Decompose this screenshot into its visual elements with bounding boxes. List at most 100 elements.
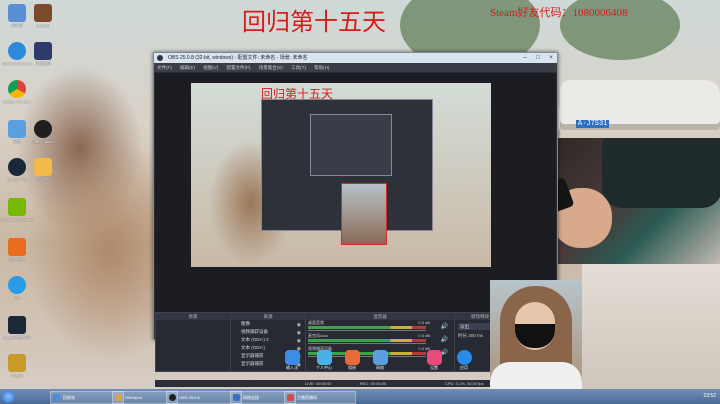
desktop-icon-pubg[interactable]: PUBG <box>0 354 34 378</box>
close-icon[interactable]: × <box>545 53 557 63</box>
qq-penguin-icon <box>8 276 26 294</box>
source-label: 显示器捕获 <box>241 361 264 366</box>
menu-edit[interactable]: 编辑(E) <box>180 65 195 70</box>
speaker-icon[interactable]: 🔊 <box>441 336 448 343</box>
desktop-icon-english[interactable]: English <box>26 4 60 28</box>
source-label: 显示器捕获 <box>241 353 264 358</box>
nested-obs-capture <box>310 114 392 176</box>
wegame-icon <box>115 394 122 401</box>
menu-profile[interactable]: 配置文件(P) <box>227 65 251 70</box>
volume-slider[interactable] <box>308 330 426 331</box>
source-label: 视频捕获设备 <box>241 329 268 334</box>
obs-icon <box>34 120 52 138</box>
channel-db: 0.0 dB <box>418 320 430 325</box>
obs-window-title: OBS 25.0.8 (32-bit, windows) - 配置文件: 未命名… <box>168 55 308 61</box>
dock-label: 相册 <box>348 365 356 370</box>
cpu-fps-status: CPU: 3.1%, 30.00 fps <box>445 381 484 386</box>
menu-help[interactable]: 帮助(H) <box>314 65 329 70</box>
scenes-dock-header: 场景 <box>156 313 230 320</box>
obs-icon <box>169 394 176 401</box>
desktop-icon-lol[interactable]: 英雄联盟 <box>26 42 60 66</box>
dock-label: 个人中心 <box>316 365 332 370</box>
channel-db: 0.0 dB <box>418 333 430 338</box>
league-of-legends-icon <box>34 42 52 60</box>
geforce-icon <box>8 198 26 216</box>
menu-tools[interactable]: 工具(T) <box>291 65 306 70</box>
webcam-feed <box>490 280 582 404</box>
task-label: WeGame <box>125 395 142 400</box>
network-icon <box>233 394 240 401</box>
dock-item[interactable]: 应用 <box>455 350 473 371</box>
mixer-channel[interactable]: 麦克风/Aux 0.0 dB 🔊 <box>306 333 454 346</box>
app-icon <box>456 350 472 365</box>
source-item[interactable]: 图像 ◉ <box>231 320 305 328</box>
recycle-bin-icon <box>34 158 52 176</box>
dock-label: 输入法 <box>286 365 298 370</box>
keyboard-icon <box>284 350 300 365</box>
dock-item[interactable]: 输入法 <box>283 350 301 371</box>
sweater-camera-feed <box>582 264 720 390</box>
dock-item[interactable]: 相册 <box>343 350 361 371</box>
photo-icon <box>344 350 360 365</box>
computer-icon <box>8 4 26 22</box>
dock-label: 应用 <box>460 365 468 370</box>
mixer-dock-header: 混音器 <box>306 313 454 320</box>
live-timer: LIVE: 00:00:00 <box>305 381 332 386</box>
steam-platform-icon <box>8 316 26 334</box>
network-icon <box>372 350 388 365</box>
steam-icon <box>8 158 26 176</box>
dock-label: 设置 <box>430 365 438 370</box>
menu-view[interactable]: 视图(V) <box>203 65 218 70</box>
settings-icon <box>426 350 442 365</box>
pubg-icon <box>8 354 26 372</box>
internet-explorer-icon <box>8 42 26 60</box>
live-room-icon <box>287 394 294 401</box>
menu-file[interactable]: 文件(F) <box>157 65 172 70</box>
volume-meter <box>308 326 426 329</box>
desktop-icon-chrome[interactable]: Google Chrome <box>0 80 34 104</box>
desktop-icon-geforce[interactable]: GeForce Experience <box>0 198 34 222</box>
start-button[interactable] <box>2 390 15 403</box>
speaker-icon[interactable]: 🔊 <box>441 323 448 330</box>
obs-titlebar[interactable]: OBS 25.0.8 (32-bit, windows) - 配置文件: 未命名… <box>154 53 557 63</box>
duration-value: 300 ms <box>468 333 484 338</box>
source-label: 文本 (GDI+) 2 <box>241 337 269 342</box>
obs-preview[interactable]: 回归第十五天 <box>155 73 556 312</box>
shirt-shape <box>602 138 720 208</box>
mixer-channel[interactable]: 桌面音频 0.0 dB 🔊 <box>306 320 454 333</box>
source-item[interactable]: 视频捕获设备 ◉ <box>231 328 305 336</box>
dock-item[interactable]: 个人中心 <box>315 350 333 371</box>
obs-menubar: 文件(F) 编辑(E) 视图(V) 配置文件(P) 场景集合(S) 工具(T) … <box>154 63 557 72</box>
network-icon <box>8 120 26 138</box>
dock-item[interactable]: 网络 <box>371 350 389 371</box>
keyboard-camera-feed <box>542 138 720 264</box>
desktop-icon-accelerator[interactable]: 游戏加速 <box>0 238 34 262</box>
menu-scene-collection[interactable]: 场景集合(S) <box>259 65 283 70</box>
task-label: 主播直播间 <box>297 395 317 400</box>
desktop-icon-qq[interactable]: QQ <box>0 276 34 300</box>
rec-timer: REC: 00:00:00 <box>360 381 387 386</box>
source-item[interactable]: 文本 (GDI+) 2 ◉ <box>231 336 305 344</box>
preview-webcam-selected <box>341 183 387 245</box>
taskbar: 回收站 WeGame OBS 25.0.8 网络连接 主播直播间 23:52 <box>0 389 720 404</box>
desktop-icon-steam-platform[interactable]: Steam游戏平台 <box>0 316 34 340</box>
source-label: 图像 <box>241 321 250 326</box>
dock-item[interactable]: 设置 <box>425 350 443 371</box>
preview-recursive-capture: 回归第十五天 <box>191 83 491 267</box>
task-label: OBS 25.0.8 <box>179 395 200 400</box>
maximize-icon[interactable]: □ <box>532 53 544 63</box>
task-label: 网络连接 <box>243 395 259 400</box>
taskbar-clock[interactable]: 23:52 <box>703 390 716 403</box>
steam-friend-code-overlay: Steam好友代码：1080006408 <box>490 7 628 19</box>
accelerator-icon <box>8 238 26 256</box>
taskbar-item[interactable]: 主播直播间 <box>284 391 356 404</box>
volume-slider[interactable] <box>308 343 426 344</box>
duration-label: 时长 <box>458 333 467 338</box>
volume-meter <box>308 339 426 342</box>
book-icon <box>34 4 52 22</box>
folder-icon <box>53 394 60 401</box>
source-label: 文本 (GDI+) <box>241 345 265 350</box>
desktop-icon-obs[interactable]: OBS Studio <box>26 120 60 144</box>
minimize-icon[interactable]: – <box>519 53 531 63</box>
desktop-icon-recycle-bin[interactable]: 回收站 <box>26 158 60 182</box>
